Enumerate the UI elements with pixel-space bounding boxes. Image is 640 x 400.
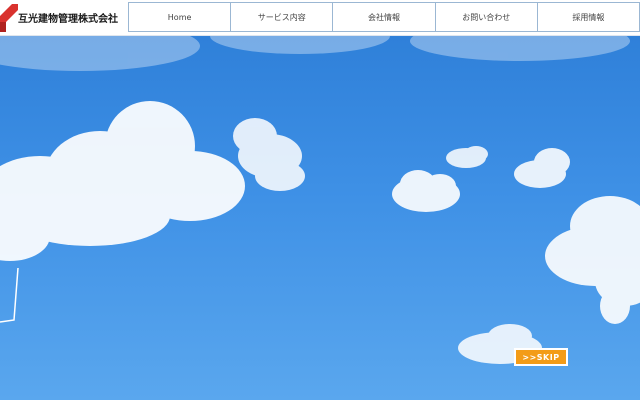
company-logo[interactable]: 互光建物管理株式会社 [0, 2, 126, 32]
nav-services[interactable]: サービス内容 [231, 3, 334, 31]
skip-button[interactable]: >>SKIP [514, 348, 568, 366]
cloud-small-upper [446, 146, 488, 168]
company-name: 互光建物管理株式会社 [18, 13, 118, 25]
cloud-large-right [545, 196, 640, 324]
nav-contact[interactable]: お問い合わせ [435, 3, 538, 31]
nav-home[interactable]: Home [129, 3, 232, 31]
decorative-line [0, 268, 19, 323]
cloud-small-center [392, 170, 460, 212]
cloud-top-strip [0, 36, 630, 71]
hero-sky-image: >>SKIP [0, 36, 640, 400]
nav-company[interactable]: 会社情報 [333, 3, 436, 31]
main-nav: Home サービス内容 会社情報 お問い合わせ 採用情報 [128, 2, 640, 32]
logo-mark-icon [0, 2, 18, 32]
site-header: 互光建物管理株式会社 Home サービス内容 会社情報 お問い合わせ 採用情報 [0, 0, 640, 36]
nav-recruit[interactable]: 採用情報 [537, 3, 640, 31]
cloud-large-left [0, 101, 305, 261]
